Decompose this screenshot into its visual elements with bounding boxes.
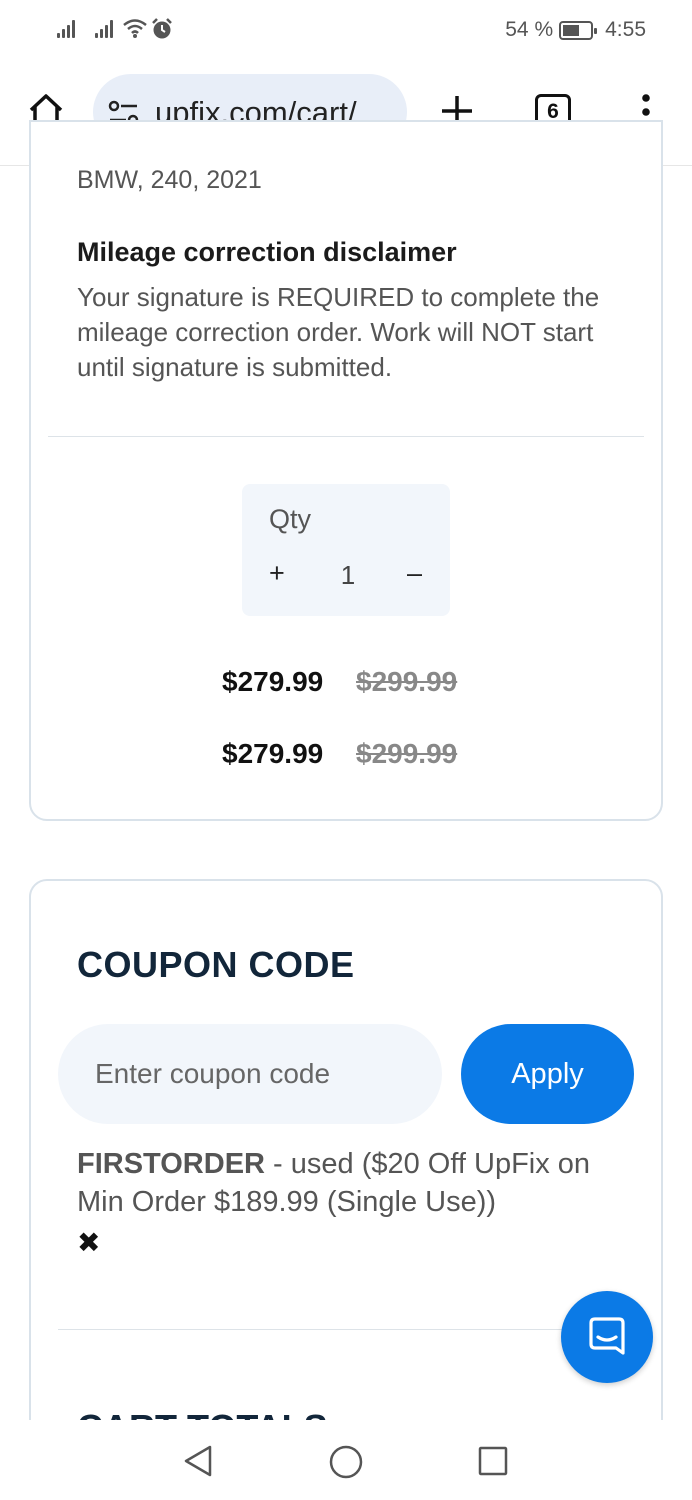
chat-icon (589, 1317, 625, 1355)
clock: 4:55 (605, 18, 646, 41)
item-old-price: $299.99 (356, 666, 458, 697)
remove-coupon-icon[interactable]: ✖ (77, 1226, 100, 1259)
coupon-divider (58, 1329, 634, 1330)
recents-icon[interactable] (478, 1446, 508, 1476)
cart-item-card (29, 120, 663, 821)
coupon-code-input[interactable] (58, 1024, 442, 1124)
wifi-icon (123, 19, 147, 38)
coupon-title: COUPON CODE (77, 944, 355, 985)
subtotal-price: $279.99 (222, 738, 324, 769)
home-nav-icon[interactable] (328, 1444, 364, 1480)
battery-icon (559, 20, 598, 40)
signal-icon-2 (95, 18, 117, 38)
signal-icon (57, 18, 79, 38)
qty-value[interactable]: 1 (338, 560, 358, 591)
subtotal-old-price: $299.99 (356, 738, 458, 769)
chat-launcher-button[interactable] (561, 1291, 653, 1383)
qty-decrease-button[interactable]: – (407, 558, 422, 589)
quantity-stepper: Qty + 1 – (242, 484, 450, 616)
apply-coupon-button[interactable]: Apply (461, 1024, 634, 1124)
item-divider (48, 436, 644, 437)
used-coupon-info: FIRSTORDER - used ($20 Off UpFix on Min … (77, 1145, 637, 1221)
back-icon[interactable] (182, 1444, 214, 1478)
system-nav-bar (0, 1420, 692, 1500)
used-coupon-code: FIRSTORDER (77, 1148, 265, 1180)
status-right: 54 % 4:55 (505, 18, 646, 42)
disclaimer-title: Mileage correction disclaimer (77, 237, 457, 267)
item-price: $279.99 (222, 666, 324, 697)
status-bar: 54 % 4:55 (0, 0, 692, 62)
qty-label: Qty (269, 504, 312, 534)
disclaimer-text: Your signature is REQUIRED to complete t… (77, 282, 600, 382)
alarm-icon (152, 18, 172, 39)
vehicle-info: BMW, 240, 2021 (77, 166, 262, 194)
battery-percent: 54 % (505, 18, 554, 41)
qty-increase-button[interactable]: + (269, 558, 285, 589)
